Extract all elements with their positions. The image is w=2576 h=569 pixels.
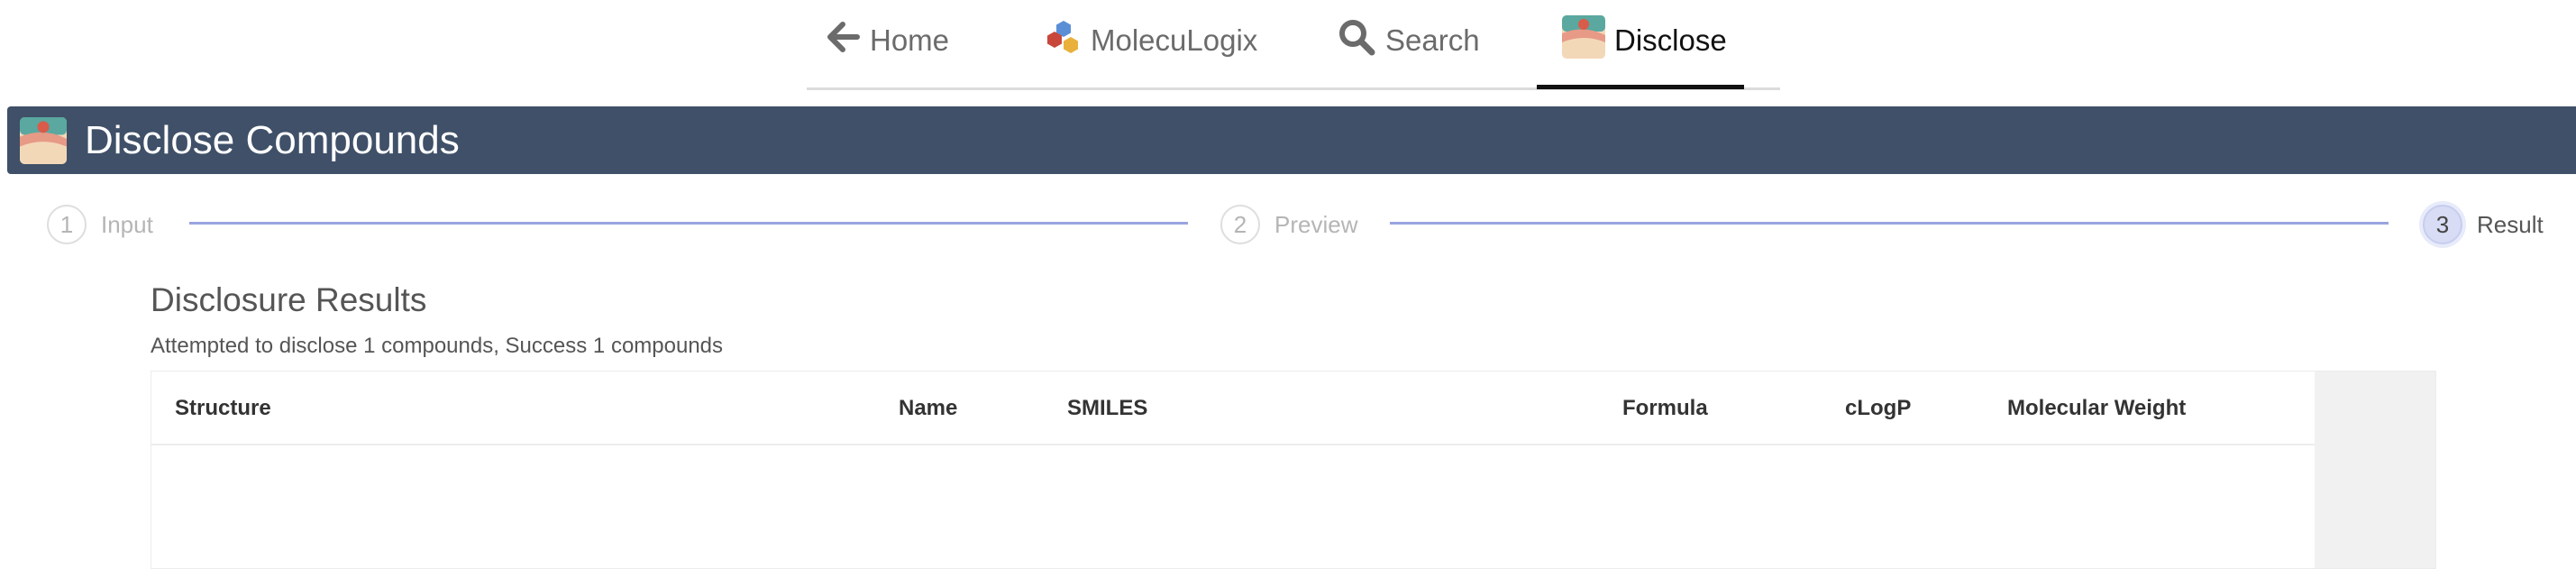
column-header-clogp[interactable]: cLogP xyxy=(1845,372,1911,445)
molecule-icon xyxy=(1046,17,1082,64)
step-number: 3 xyxy=(2423,205,2462,244)
step-input: 1 Input xyxy=(47,204,153,245)
nav-home-label: Home xyxy=(870,23,950,57)
nav-moleculogix[interactable]: MolecuLogix xyxy=(1046,13,1257,69)
step-connector xyxy=(1390,222,2389,225)
results-title: Disclosure Results xyxy=(151,281,427,318)
nav-search[interactable]: Search xyxy=(1337,13,1480,69)
table-header: Structure Name SMILES Formula cLogP Mole… xyxy=(151,372,2315,445)
column-header-molecular-weight[interactable]: Molecular Weight xyxy=(2007,372,2186,445)
nav-moleculogix-label: MolecuLogix xyxy=(1091,23,1258,57)
nav-search-label: Search xyxy=(1385,23,1480,57)
top-nav: Home MolecuLogix Search Disclose xyxy=(807,0,1780,90)
column-header-name[interactable]: Name xyxy=(899,372,957,445)
step-label: Result xyxy=(2477,210,2544,238)
results-summary: Attempted to disclose 1 compounds, Succe… xyxy=(151,334,724,358)
step-result: 3 Result xyxy=(2423,204,2544,245)
active-tab-indicator xyxy=(1537,85,1744,89)
nav-disclose-label: Disclose xyxy=(1614,23,1727,57)
arrow-left-icon xyxy=(825,19,861,62)
disclose-icon xyxy=(20,116,67,164)
page-header: Disclose Compounds xyxy=(7,106,2576,174)
column-header-smiles[interactable]: SMILES xyxy=(1067,372,1147,445)
column-header-formula[interactable]: Formula xyxy=(1622,372,1708,445)
step-label: Preview xyxy=(1274,210,1358,238)
step-label: Input xyxy=(101,210,153,238)
step-number: 1 xyxy=(47,205,87,244)
page-title: Disclose Compounds xyxy=(85,117,460,162)
disclose-icon xyxy=(1562,15,1605,66)
results-table: Structure Name SMILES Formula cLogP Mole… xyxy=(151,371,2436,569)
nav-home[interactable]: Home xyxy=(825,13,949,69)
step-connector xyxy=(189,222,1188,225)
search-icon xyxy=(1337,17,1376,64)
step-preview: 2 Preview xyxy=(1220,204,1357,245)
table-scrollbar-area[interactable] xyxy=(2315,372,2435,568)
nav-disclose[interactable]: Disclose xyxy=(1562,13,1727,69)
step-number: 2 xyxy=(1220,205,1260,244)
column-header-structure[interactable]: Structure xyxy=(175,372,271,445)
